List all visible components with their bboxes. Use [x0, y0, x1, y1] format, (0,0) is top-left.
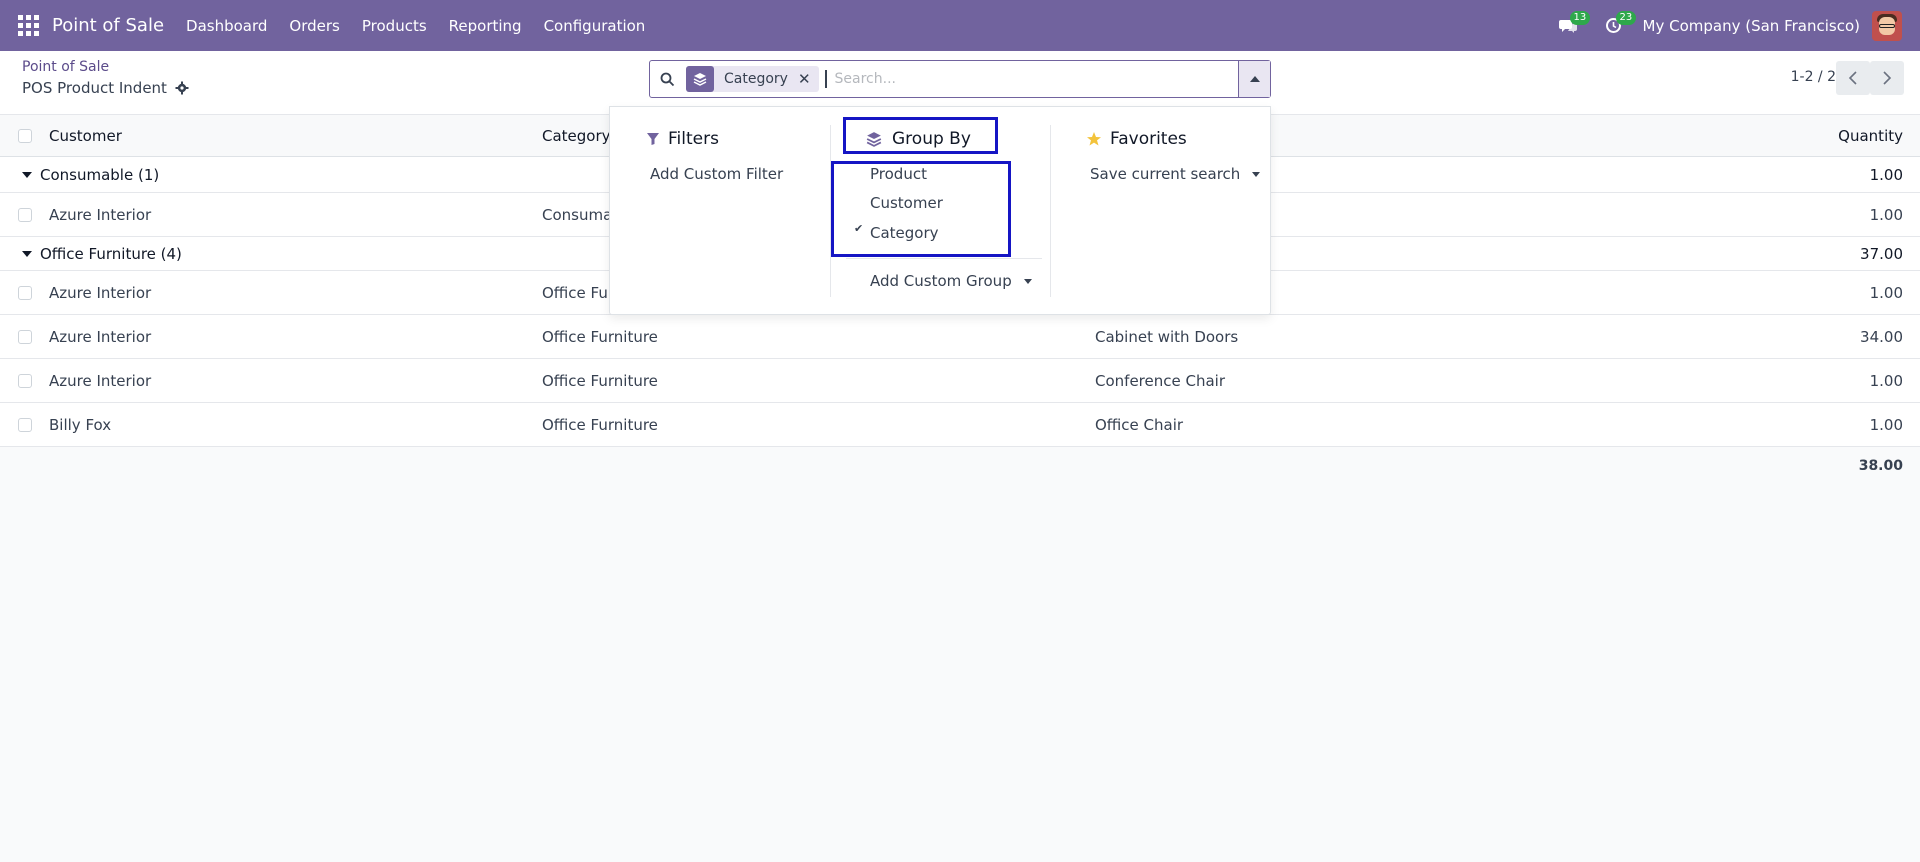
chevron-right-icon	[1883, 71, 1892, 85]
user-avatar[interactable]	[1872, 10, 1902, 41]
search-input[interactable]	[824, 70, 1238, 88]
cell-quantity: 34.00	[1860, 327, 1903, 346]
layers-icon	[686, 66, 714, 92]
menu-dashboard[interactable]: Dashboard	[186, 17, 267, 35]
breadcrumb-parent[interactable]: Point of Sale	[22, 59, 109, 75]
menu-orders[interactable]: Orders	[289, 17, 339, 35]
caret-down-icon	[22, 171, 32, 178]
app-brand[interactable]: Point of Sale	[52, 15, 164, 36]
group-by-options-highlight	[831, 161, 1011, 257]
column-header-category[interactable]: Category	[542, 115, 611, 156]
cell-category: Office Furniture	[542, 415, 658, 434]
cell-category: Office Furniture	[542, 327, 658, 346]
caret-down-icon	[1023, 279, 1032, 284]
messages-count-badge: 13	[1569, 11, 1591, 25]
company-switcher[interactable]: My Company (San Francisco)	[1643, 17, 1860, 35]
caret-down-icon	[22, 250, 32, 257]
table-row[interactable]: Billy Fox Office Furniture Office Chair …	[0, 403, 1920, 447]
menu-products[interactable]: Products	[362, 17, 427, 35]
cell-product: Conference Chair	[1095, 371, 1225, 390]
table-row[interactable]: Azure Interior Office Furniture Conferen…	[0, 359, 1920, 403]
list-footer: 38.00	[0, 447, 1920, 485]
column-header-customer[interactable]: Customer	[49, 115, 122, 156]
chevron-left-icon	[1848, 71, 1857, 85]
search-bar: Category ✕	[649, 60, 1271, 98]
column-header-quantity[interactable]: Quantity	[1838, 115, 1903, 156]
separator	[1050, 125, 1051, 297]
activities-button[interactable]: 23	[1597, 0, 1637, 51]
caret-up-icon	[1249, 76, 1260, 82]
row-checkbox[interactable]	[18, 315, 32, 358]
cell-product: Cabinet with Doors	[1095, 327, 1239, 346]
cell-quantity: 1.00	[1869, 205, 1903, 224]
gear-icon[interactable]	[175, 81, 189, 95]
cell-customer: Billy Fox	[49, 415, 112, 434]
search-options-dropdown: Filters Add Custom Filter Group By Produ…	[609, 106, 1271, 315]
group-total: 37.00	[1860, 244, 1903, 263]
cell-category: Office Furniture	[542, 371, 658, 390]
group-total: 1.00	[1869, 165, 1903, 184]
facet-label: Category	[724, 71, 788, 87]
table-row[interactable]: Azure Interior Office Furniture Cabinet …	[0, 315, 1920, 359]
cell-product: Office Chair	[1095, 415, 1184, 434]
cell-customer: Azure Interior	[49, 205, 152, 224]
grand-total: 38.00	[1858, 458, 1903, 474]
add-custom-group[interactable]: Add Custom Group	[870, 272, 1032, 290]
search-options-toggle[interactable]	[1238, 61, 1270, 97]
save-current-search[interactable]: Save current search	[1090, 165, 1261, 183]
caret-down-icon	[1252, 172, 1261, 177]
search-facet-category: Category ✕	[686, 66, 819, 92]
favorites-title: Favorites	[1086, 129, 1187, 149]
cell-quantity: 1.00	[1869, 371, 1903, 390]
cell-quantity: 1.00	[1869, 283, 1903, 302]
group-by-title-highlight	[843, 117, 998, 154]
top-navbar: Point of Sale Dashboard Orders Products …	[0, 0, 1920, 51]
add-custom-filter[interactable]: Add Custom Filter	[650, 165, 783, 183]
filter-icon	[647, 133, 659, 145]
pager-value[interactable]: 1-2 / 2	[1791, 69, 1836, 85]
group-label: Office Furniture (4)	[40, 244, 182, 263]
group-label: Consumable (1)	[40, 165, 160, 184]
cell-customer: Azure Interior	[49, 283, 152, 302]
search-icon[interactable]	[650, 61, 684, 97]
select-all-checkbox[interactable]	[18, 115, 32, 156]
row-checkbox[interactable]	[18, 193, 32, 236]
row-checkbox[interactable]	[18, 359, 32, 402]
cell-customer: Azure Interior	[49, 371, 152, 390]
separator	[846, 258, 1042, 259]
cell-quantity: 1.00	[1869, 415, 1903, 434]
activities-count-badge: 23	[1615, 11, 1637, 25]
filters-title: Filters	[646, 129, 719, 149]
star-icon	[1087, 132, 1101, 146]
cell-customer: Azure Interior	[49, 327, 152, 346]
navbar-systray: 13 23 My Company (San Francisco)	[1551, 0, 1920, 51]
pager-next-button[interactable]	[1870, 61, 1904, 95]
breadcrumb-current: POS Product Indent	[22, 79, 189, 97]
facet-remove-icon[interactable]: ✕	[798, 70, 819, 88]
row-checkbox[interactable]	[18, 403, 32, 446]
row-checkbox[interactable]	[18, 271, 32, 314]
messages-button[interactable]: 13	[1551, 0, 1591, 51]
pager-previous-button[interactable]	[1836, 61, 1870, 95]
page-title: POS Product Indent	[22, 79, 167, 97]
menu-reporting[interactable]: Reporting	[449, 17, 522, 35]
apps-menu-icon[interactable]	[18, 14, 40, 37]
menu-configuration[interactable]: Configuration	[544, 17, 646, 35]
